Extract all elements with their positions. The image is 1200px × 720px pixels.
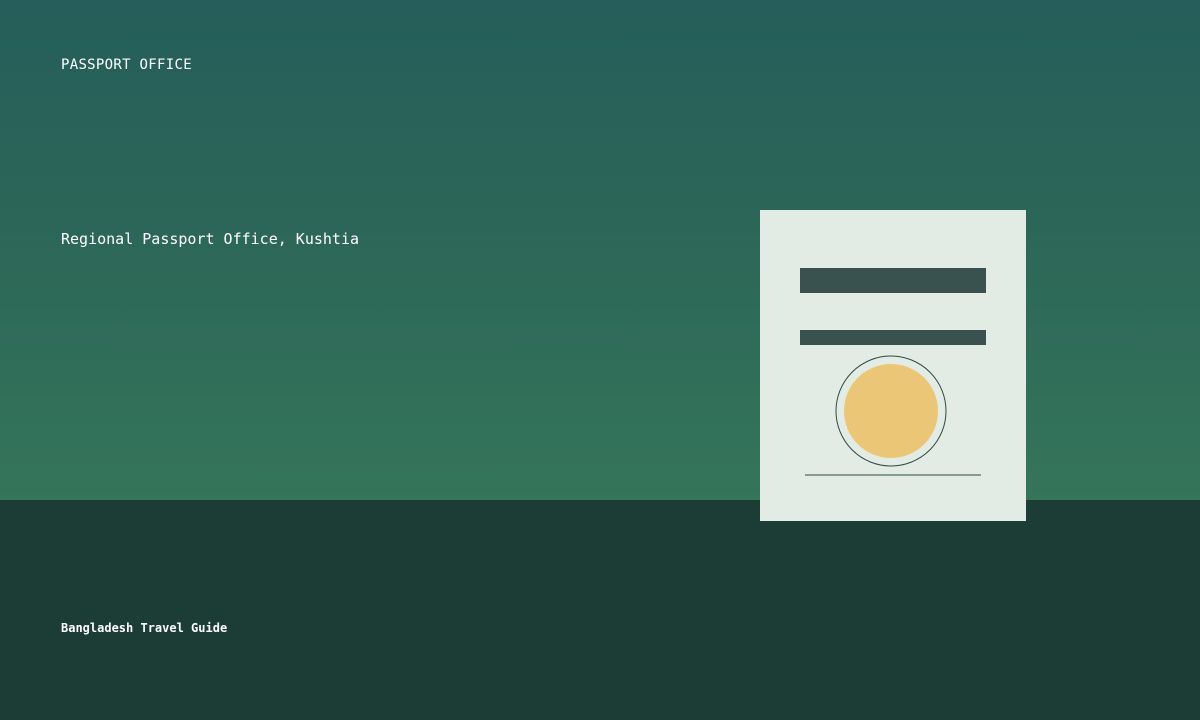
section-eyebrow: PASSPORT OFFICE: [61, 57, 192, 73]
seal-icon: [844, 364, 938, 458]
page-title: Regional Passport Office, Kushtia: [61, 230, 360, 248]
site-brand: Bangladesh Travel Guide: [61, 621, 228, 635]
footer-band: [0, 500, 1200, 720]
passport-document-icon: [760, 210, 1026, 521]
document-subheader-bar: [800, 330, 986, 345]
document-header-bar: [800, 268, 986, 293]
